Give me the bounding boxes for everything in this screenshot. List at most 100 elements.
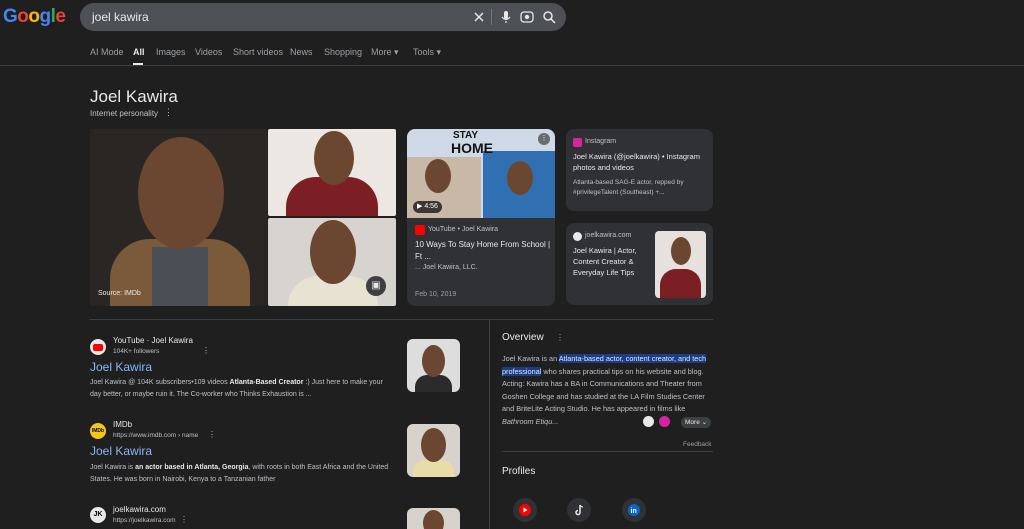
result-1-snippet-bold: Atlanta-Based Creator [229, 379, 304, 386]
search-icon[interactable] [541, 9, 557, 25]
instagram-snippet: Atlanta-based SAG-E actor, repped by #pr… [573, 179, 684, 196]
youtube-favicon [90, 339, 106, 355]
photo-shirt [152, 247, 208, 306]
overview-heading: Overview [502, 332, 544, 343]
site-thumb-face [671, 237, 691, 265]
tab-ai-mode[interactable]: AI Mode [90, 47, 124, 57]
entity-subtitle: Internet personality [90, 109, 159, 118]
instagram-title[interactable]: Joel Kawira (@joelkawira) • Instagram ph… [573, 151, 707, 173]
overview-text-a: Joel Kawira is an [502, 354, 559, 363]
thumb-face-2 [507, 161, 533, 195]
video-source: YouTube • Joel Kawira [428, 226, 499, 233]
profile-youtube[interactable] [513, 498, 537, 522]
result-1-url: 104K+ followers [113, 348, 160, 355]
overview-divider [502, 451, 713, 452]
site-source: joelkawira.com [585, 232, 632, 239]
site-card[interactable]: joelkawira.com Joel Kawira | Actor, Cont… [566, 223, 713, 305]
photo-3-face [310, 220, 356, 284]
google-logo[interactable]: Google [3, 6, 66, 28]
tab-news[interactable]: News [290, 47, 313, 57]
result-1-snippet-a: Joel Kawira @ 104K subscribers•109 video… [90, 379, 230, 386]
thumb-face-1 [425, 159, 451, 193]
lens-icon[interactable] [519, 9, 535, 25]
section-divider [90, 319, 713, 320]
overview-text-italic: Bathroom Etiqu... [502, 416, 559, 426]
profile-tiktok[interactable] [567, 498, 591, 522]
thumb-home-text: HOME [451, 140, 493, 156]
site-thumbnail[interactable] [655, 231, 706, 298]
site-title[interactable]: Joel Kawira | Actor, Content Creator & E… [573, 245, 653, 278]
entity-title: Joel Kawira [90, 87, 178, 106]
instagram-card[interactable]: Instagram Joel Kawira (@joelkawira) • In… [566, 129, 713, 211]
jk-favicon: JK [90, 507, 106, 523]
profiles-heading: Profiles [502, 466, 536, 477]
search-divider [491, 9, 492, 25]
result-1-site: YouTube · Joel Kawira [113, 336, 193, 345]
tab-short-videos[interactable]: Short videos [233, 47, 283, 57]
tab-images[interactable]: Images [156, 47, 186, 57]
header: Google joel kawira AI Mode All Images Vi… [0, 0, 1024, 66]
result-3-menu-icon[interactable]: ⋮ [180, 515, 188, 524]
site-favicon [573, 232, 582, 241]
search-box[interactable]: joel kawira [80, 3, 566, 31]
main-photo[interactable]: Source: IMDb [90, 129, 267, 306]
microphone-icon[interactable] [498, 9, 514, 25]
video-duration: ▶ 4:56 [413, 201, 442, 213]
search-input[interactable]: joel kawira [92, 10, 149, 24]
instagram-icon [573, 138, 582, 147]
photo-2-face [314, 131, 354, 185]
video-title[interactable]: 10 Ways To Stay Home From School | Ft ..… [415, 239, 551, 263]
result-2-snippet: Joel Kawira is an actor based in Atlanta… [90, 462, 395, 486]
result-2-menu-icon[interactable]: ⋮ [208, 430, 216, 439]
youtube-icon [415, 225, 425, 235]
image-gallery-icon[interactable]: ▣ [366, 276, 386, 296]
result-1-thumb-face [422, 345, 445, 377]
result-2-title[interactable]: Joel Kawira [90, 444, 152, 458]
tab-all[interactable]: All [133, 47, 145, 57]
result-3-thumbnail[interactable] [407, 508, 460, 529]
video-byline: ... Joel Kawira, LLC. [415, 264, 478, 271]
result-1-thumb-shirt [415, 375, 452, 392]
result-2-snippet-a: Joel Kawira is [90, 464, 136, 471]
result-3-url: https://joelkawira.com [113, 517, 176, 524]
duration-text: 4:56 [424, 203, 438, 210]
video-date: Feb 10, 2019 [415, 291, 457, 298]
svg-text:in: in [631, 508, 637, 515]
tab-shopping[interactable]: Shopping [324, 47, 362, 57]
result-3-site: joelkawira.com [113, 505, 166, 514]
video-menu-icon[interactable]: ⋮ [538, 133, 550, 145]
video-thumbnail[interactable]: STAY HOME ▶ 4:56 ⋮ [407, 129, 555, 218]
source-icon-instagram[interactable] [659, 416, 670, 427]
result-3-thumb-face [423, 510, 444, 529]
result-2-thumbnail[interactable] [407, 424, 460, 477]
result-2-url: https://www.imdb.com › name [113, 432, 199, 439]
video-card[interactable]: STAY HOME ▶ 4:56 ⋮ YouTube • Joel Kawira… [407, 129, 555, 306]
result-2-thumb-face [421, 428, 446, 462]
photo-face [138, 137, 224, 249]
linkedin-icon: in [628, 504, 640, 516]
source-icon-imdb[interactable] [643, 416, 654, 427]
instagram-source: Instagram [585, 138, 617, 145]
youtube-icon [519, 504, 531, 516]
result-2-thumb-shirt [413, 460, 454, 477]
feedback-link[interactable]: Feedback [683, 441, 712, 448]
tiktok-icon [575, 504, 584, 516]
profile-linkedin[interactable]: in [622, 498, 646, 522]
clear-icon[interactable] [471, 9, 487, 25]
more-options-icon[interactable]: ⋮ [164, 107, 173, 118]
tab-tools[interactable]: Tools ▾ [413, 47, 441, 58]
result-1-title[interactable]: Joel Kawira [90, 360, 152, 374]
active-tab-indicator [133, 63, 143, 65]
image-source-label: Source: IMDb [98, 290, 141, 297]
tab-more[interactable]: More ▾ [371, 47, 399, 58]
result-1-thumbnail[interactable] [407, 339, 460, 392]
tab-videos[interactable]: Videos [195, 47, 222, 57]
overview-menu-icon[interactable]: ⋮ [556, 333, 564, 342]
column-divider [489, 320, 490, 529]
result-1-snippet: Joel Kawira @ 104K subscribers•109 video… [90, 377, 395, 401]
photo-3[interactable]: ▣ [268, 218, 396, 306]
more-button[interactable]: More ⌄ [681, 417, 712, 428]
photo-2[interactable] [268, 129, 396, 216]
result-2-snippet-bold: an actor based in Atlanta, Georgia [135, 464, 249, 471]
result-1-menu-icon[interactable]: ⋮ [202, 346, 210, 355]
